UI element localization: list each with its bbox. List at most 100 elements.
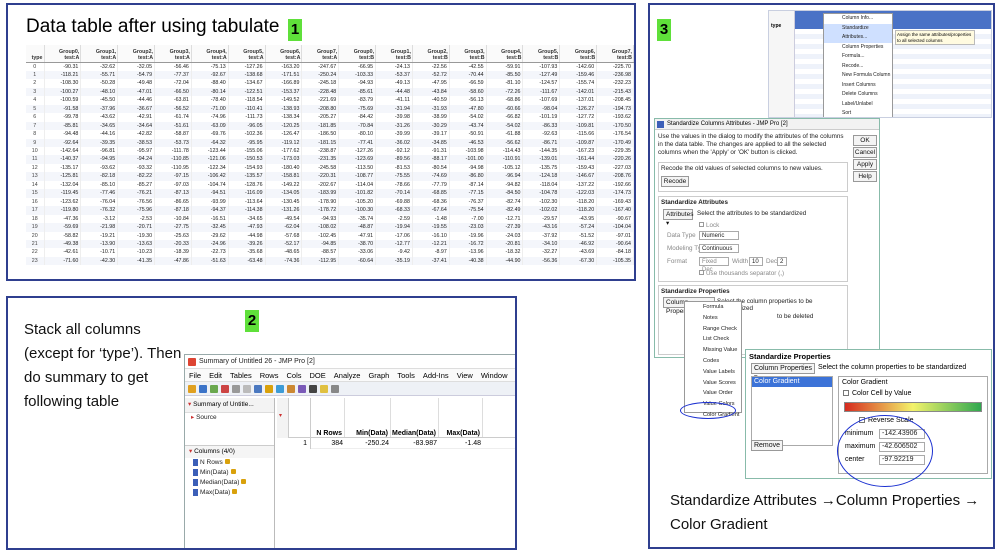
table-cell[interactable]: -85.50 [486, 70, 524, 80]
table-cell[interactable]: -46.53 [449, 138, 487, 148]
recode-button[interactable]: Recode [661, 176, 689, 187]
table-cell[interactable]: -87.14 [449, 180, 487, 190]
grid-header-cell[interactable]: N Rows [311, 398, 345, 437]
table-cell[interactable]: -103.98 [449, 147, 487, 156]
table-tree-root[interactable]: ▾ Summary of Untitle... [185, 398, 274, 413]
table-cell[interactable]: -173.03 [265, 155, 303, 164]
cell-by-value-option[interactable]: Color Cell by Value [843, 390, 911, 397]
table-cell[interactable]: -105.20 [338, 197, 377, 207]
table-cell[interactable]: -72.26 [486, 87, 524, 97]
table-cell[interactable]: -12.77 [375, 240, 413, 249]
table-cell[interactable]: -2.59 [375, 214, 413, 224]
table-cell[interactable]: -27.39 [486, 223, 524, 232]
table-cell[interactable]: -153.37 [265, 87, 303, 97]
table-cell[interactable]: -52.72 [412, 70, 450, 80]
table-cell[interactable]: -63.48 [228, 256, 266, 266]
table-cell[interactable]: -132.04 [44, 180, 82, 190]
table-cell[interactable]: -12.21 [412, 240, 450, 249]
table-cell[interactable]: -50.28 [80, 79, 119, 88]
table-cell[interactable]: -110.91 [486, 155, 524, 164]
table-cell[interactable]: -31.26 [375, 121, 413, 131]
row-type-cell[interactable]: 10 [26, 147, 45, 156]
table-cell[interactable]: -94.24 [117, 155, 156, 164]
menu-item[interactable]: Add-Ins [423, 369, 449, 381]
table-cell[interactable]: -118.54 [228, 96, 266, 105]
dialog-button[interactable]: Apply [853, 159, 877, 170]
table-cell[interactable]: -90.31 [44, 62, 82, 71]
table-cell[interactable]: -110.85 [154, 155, 192, 164]
table-cell[interactable]: -103.33 [338, 70, 377, 80]
context-menu-item[interactable]: Label/Unlabel [824, 100, 892, 110]
data-type-select[interactable]: Numeric [699, 231, 739, 240]
table-cell[interactable]: -124.57 [522, 79, 561, 88]
table-cell[interactable]: -107.93 [522, 62, 561, 71]
column-list-item[interactable]: Max(Data) [185, 488, 274, 498]
table-cell[interactable]: -220.26 [596, 155, 634, 164]
table-cell[interactable]: -53.73 [154, 138, 192, 148]
table-cell[interactable]: -51.63 [191, 256, 229, 266]
grid-icon[interactable] [309, 384, 317, 393]
table-cell[interactable]: -20.81 [486, 240, 524, 249]
header-column[interactable]: Group0, test:B [338, 45, 377, 63]
table-cell[interactable]: -40.38 [449, 256, 487, 266]
table-cell[interactable]: -56.52 [154, 104, 192, 114]
grid-header-cell[interactable]: Min(Data) [345, 398, 391, 437]
table-cell[interactable]: -59.69 [44, 223, 82, 232]
table-cell[interactable]: -88.57 [301, 248, 340, 257]
row-type-cell[interactable]: 17 [26, 206, 45, 215]
zoom-properties-dropdown[interactable]: Column Properties ▾ [751, 363, 815, 381]
table-cell[interactable]: -64.32 [191, 138, 229, 148]
table-cell[interactable]: -111.67 [522, 87, 561, 97]
checkbox-icon[interactable] [699, 222, 704, 227]
table-cell[interactable]: -96.05 [228, 121, 266, 131]
table-cell[interactable]: -81.10 [486, 79, 524, 88]
table-cell[interactable]: -149.22 [265, 180, 303, 190]
table-cell[interactable]: -227.03 [596, 163, 634, 173]
table-cell[interactable]: -137.01 [559, 96, 598, 105]
thousands-option[interactable]: Use thousands separator (,) [699, 270, 784, 277]
header-column[interactable]: Group3, test:B [449, 45, 487, 63]
table-cell[interactable]: -245.18 [301, 79, 340, 88]
table-cell[interactable]: -41.35 [117, 256, 156, 266]
table-cell[interactable]: -159.46 [559, 70, 598, 80]
table-cell[interactable]: -30.29 [412, 121, 450, 131]
table-cell[interactable]: -56.13 [449, 96, 487, 105]
table-cell[interactable]: -2.53 [117, 214, 156, 224]
table-cell[interactable]: -44.90 [486, 256, 524, 266]
table-cell[interactable]: -130.45 [265, 197, 303, 207]
table-cell[interactable]: -122.03 [559, 189, 598, 198]
property-menu-item[interactable]: Value Order [685, 388, 741, 399]
header-column[interactable]: Group5, test:A [228, 45, 266, 63]
table-cell[interactable]: -84.18 [596, 248, 634, 257]
table-cell[interactable]: -16.10 [412, 231, 450, 241]
table-cell[interactable]: -19.96 [449, 231, 487, 241]
table-cell[interactable]: -10.23 [117, 248, 156, 257]
table-cell[interactable]: -37.92 [522, 231, 561, 241]
menu-item[interactable]: Tools [397, 369, 415, 381]
menu-item[interactable]: View [457, 369, 473, 381]
column-list-item[interactable]: Min(Data) [185, 468, 274, 478]
table-cell[interactable]: -69.88 [375, 197, 413, 207]
table-cell[interactable]: -19.21 [80, 231, 119, 241]
table-cell[interactable]: -87.18 [154, 206, 192, 215]
table-cell[interactable]: -35.68 [228, 248, 266, 257]
table-cell[interactable]: -66.95 [338, 62, 377, 71]
table-cell[interactable]: -128.76 [228, 180, 266, 190]
table-cell[interactable]: -208.80 [301, 104, 340, 114]
table-cell[interactable]: -81.53 [375, 163, 413, 173]
table-cell[interactable]: -22.56 [412, 62, 450, 71]
table-cell[interactable]: -68.86 [486, 96, 524, 105]
table-cell[interactable]: -12.71 [486, 214, 524, 224]
table-cell[interactable]: -181.85 [301, 121, 340, 131]
row-type-cell[interactable]: 0 [26, 62, 45, 71]
table-cell[interactable]: -18.39 [154, 248, 192, 257]
header-column[interactable]: Group6, test:A [265, 45, 303, 63]
table-cell[interactable]: -94.48 [44, 130, 82, 139]
table-cell[interactable]: -93.32 [117, 163, 156, 173]
table-cell[interactable]: -92.67 [191, 70, 229, 80]
table-cell[interactable]: -220.31 [301, 172, 340, 181]
table-cell[interactable]: -106.42 [191, 172, 229, 181]
table-cell[interactable]: -42.61 [44, 248, 82, 257]
table-cell[interactable]: -76.37 [449, 197, 487, 207]
table-cell[interactable]: -7.00 [449, 214, 487, 224]
